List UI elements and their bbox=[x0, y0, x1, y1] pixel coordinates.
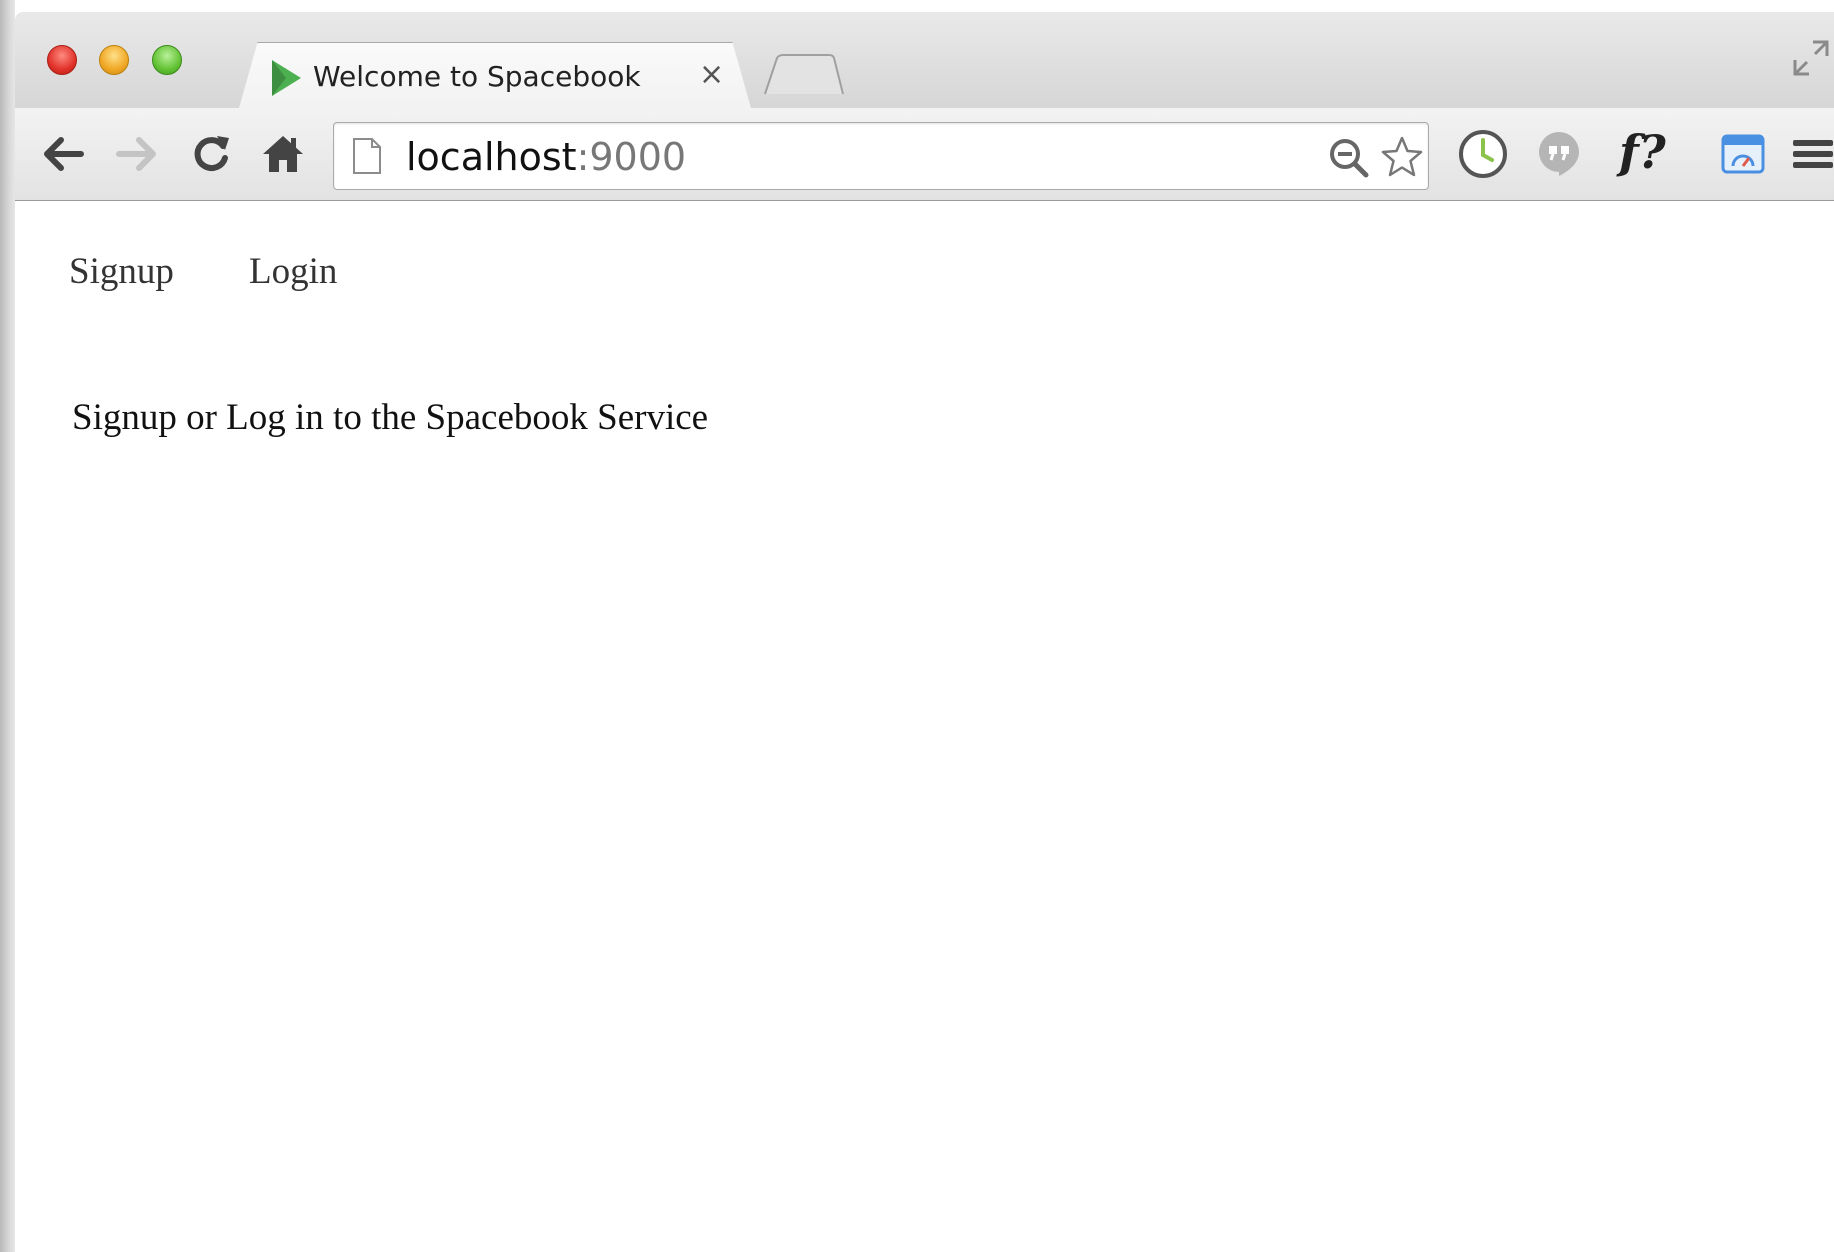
zoom-out-icon[interactable] bbox=[1326, 135, 1370, 179]
url-text[interactable]: localhost:9000 bbox=[406, 135, 686, 179]
tab-welcome[interactable]: Welcome to Spacebook × bbox=[237, 42, 751, 108]
forward-arrow-icon[interactable] bbox=[111, 128, 163, 180]
page-icon bbox=[353, 138, 381, 174]
back-arrow-icon[interactable] bbox=[37, 128, 89, 180]
browser-window: Welcome to Spacebook × localhost:9000 f?… bbox=[15, 12, 1834, 1252]
dashboard-extension-icon[interactable] bbox=[1717, 128, 1769, 180]
tab-strip: Welcome to Spacebook × bbox=[15, 12, 1834, 108]
home-icon[interactable] bbox=[257, 128, 309, 180]
play-favicon-icon bbox=[272, 60, 301, 96]
window-left-edge bbox=[0, 0, 15, 1252]
lead-text: Signup or Log in to the Spacebook Servic… bbox=[72, 397, 709, 438]
tab-title: Welcome to Spacebook bbox=[313, 60, 641, 93]
font-extension-icon[interactable]: f? bbox=[1619, 120, 1689, 184]
clock-extension-icon[interactable] bbox=[1457, 128, 1509, 180]
reload-icon[interactable] bbox=[185, 128, 237, 180]
hangouts-quote-icon[interactable] bbox=[1533, 128, 1585, 180]
window-minimize-button[interactable] bbox=[99, 45, 129, 75]
bookmark-star-icon[interactable] bbox=[1380, 135, 1424, 179]
fullscreen-icon[interactable] bbox=[1791, 38, 1831, 78]
tab-close-icon[interactable]: × bbox=[699, 60, 724, 90]
window-maximize-button[interactable] bbox=[152, 45, 182, 75]
page-content: Signup Login Signup or Log in to the Spa… bbox=[15, 202, 1834, 1252]
url-port: :9000 bbox=[576, 135, 687, 179]
nav-login-link[interactable]: Login bbox=[249, 250, 337, 293]
browser-toolbar: localhost:9000 f? bbox=[15, 108, 1834, 201]
menu-icon[interactable] bbox=[1787, 128, 1834, 180]
nav-signup-link[interactable]: Signup bbox=[69, 250, 174, 293]
address-bar[interactable]: localhost:9000 bbox=[333, 122, 1429, 190]
new-tab-button[interactable] bbox=[763, 54, 845, 96]
window-close-button[interactable] bbox=[47, 45, 77, 75]
url-host: localhost bbox=[406, 135, 577, 179]
